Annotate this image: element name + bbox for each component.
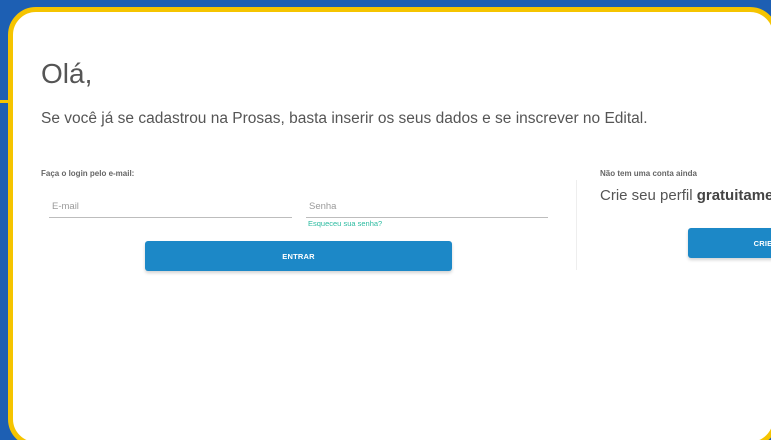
password-input[interactable]: [306, 197, 548, 216]
signup-headline: Crie seu perfil gratuitame: [600, 187, 771, 204]
email-input[interactable]: [49, 197, 292, 216]
forgot-password-link[interactable]: Esqueceu sua senha?: [308, 219, 382, 228]
login-button[interactable]: ENTRAR: [145, 241, 452, 271]
signup-headline-prefix: Crie seu perfil: [600, 187, 697, 204]
signup-section-label: Não tem uma conta ainda: [600, 169, 697, 178]
signup-headline-bold: gratuitame: [696, 187, 771, 204]
login-card: Olá, Se você já se cadastrou na Prosas, …: [8, 7, 771, 440]
greeting-title: Olá,: [41, 58, 93, 89]
intro-text: Se você já se cadastrou na Prosas, basta…: [41, 110, 648, 127]
email-field: [49, 196, 292, 218]
password-field: [306, 196, 548, 218]
login-section-label: Faça o login pelo e-mail:: [41, 169, 135, 178]
create-account-button[interactable]: CRIE: [688, 228, 771, 258]
section-divider: [576, 180, 577, 270]
